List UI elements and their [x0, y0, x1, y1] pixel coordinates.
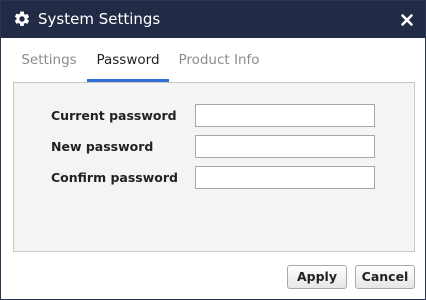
confirm-password-label: Confirm password — [51, 170, 178, 185]
system-settings-dialog: System Settings Settings Password Produc… — [0, 0, 426, 300]
current-password-input[interactable] — [195, 104, 375, 127]
confirm-password-row: Confirm password — [51, 166, 381, 190]
tab-password[interactable]: Password — [87, 38, 169, 82]
title-bar: System Settings — [1, 1, 425, 38]
new-password-label: New password — [51, 139, 154, 154]
close-icon — [401, 14, 413, 26]
tab-label: Product Info — [178, 52, 260, 68]
tab-label: Settings — [21, 52, 77, 68]
current-password-row: Current password — [51, 104, 381, 128]
tab-bar: Settings Password Product Info — [13, 38, 415, 82]
tab-label: Password — [96, 52, 160, 68]
new-password-row: New password — [51, 135, 381, 159]
tab-settings[interactable]: Settings — [13, 38, 85, 82]
password-panel: Current password New password Confirm pa… — [13, 82, 415, 252]
new-password-input[interactable] — [195, 135, 375, 158]
apply-button[interactable]: Apply — [287, 265, 347, 289]
close-button[interactable] — [396, 9, 418, 31]
gear-icon — [13, 10, 31, 28]
confirm-password-input[interactable] — [195, 166, 375, 189]
current-password-label: Current password — [51, 108, 177, 123]
cancel-button[interactable]: Cancel — [355, 265, 415, 289]
tab-product-info[interactable]: Product Info — [173, 38, 265, 82]
dialog-title: System Settings — [38, 10, 161, 28]
